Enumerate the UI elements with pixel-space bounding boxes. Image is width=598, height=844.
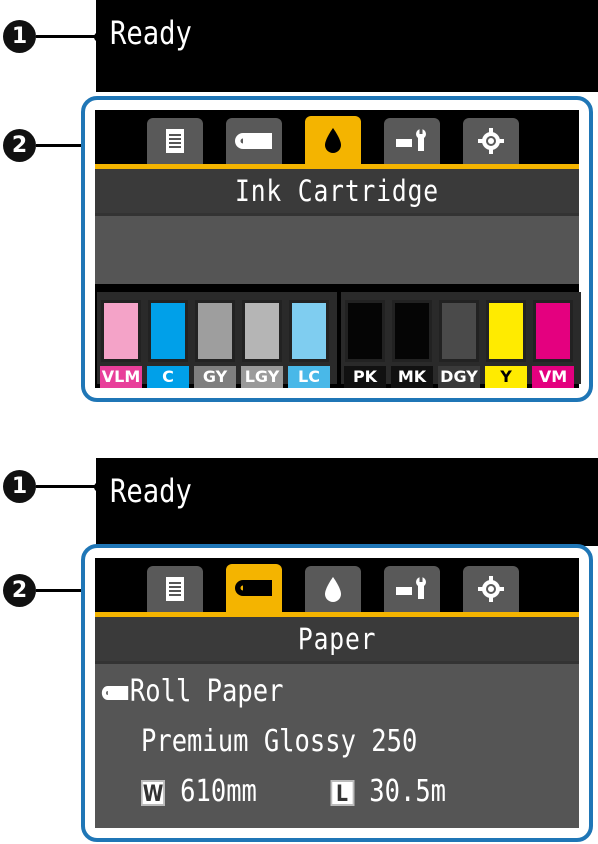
ink-slot [439,300,479,362]
control-screen: Paper Roll Paper Premium Glossy 250 W 61… [81,544,593,842]
gear-icon [478,576,504,602]
status-text: Ready [110,472,192,510]
paper-roll-icon [235,580,272,596]
paper-source: Roll Paper [129,674,284,709]
paper-panel: 1 Ready 2 Paper Roll Paper Premium Gloss… [0,452,598,844]
media-type: Premium Glossy 250 [141,724,418,759]
status-bar: Ready [96,0,598,92]
paper-size-row: W 610mm L 30.5m [141,774,446,809]
gear-icon [478,128,504,154]
ink-drop-icon [325,128,341,153]
ink-slot [148,300,188,362]
tab-paper[interactable] [226,564,282,612]
screen-title: Paper [95,617,579,661]
ink-label: Y [485,366,527,388]
tab-setup[interactable] [463,566,519,612]
ink-slot [533,300,573,362]
tab-ink[interactable] [305,116,361,164]
length-value: 30.5m [369,774,447,809]
tab-bar [95,110,579,164]
wrench-icon [396,129,426,151]
width-badge: W [141,779,165,807]
paper-info-area: Roll Paper Premium Glossy 250 W 610mm L … [95,664,579,828]
ink-slot [101,300,141,362]
ink-label: LGY [241,366,283,388]
ink-group-left: VLM C GY LGY LC [97,292,337,388]
screen-content: Ink Cartridge VLM C GY LGY LC PK MK DGY … [95,110,581,388]
ink-group-right: PK MK DGY Y VM [341,292,581,388]
paper-roll-icon [101,685,129,700]
ink-cartridge-panel: 1 Ready 2 Ink Cartridge VLM C GY LGY LC … [0,0,598,412]
document-icon [166,577,184,601]
callout-2-line [36,589,84,592]
control-screen: Ink Cartridge VLM C GY LGY LC PK MK DGY … [81,96,593,402]
wrench-icon [396,577,426,599]
callout-2-line [36,144,84,147]
callout-1: 1 [3,470,36,503]
ink-slot [242,300,282,362]
callout-2: 2 [3,574,36,607]
ink-label: VLM [100,366,142,388]
ink-label: LC [288,366,330,388]
ink-drop-icon [325,577,341,602]
width-value: 610mm [180,774,257,809]
paper-roll-icon [235,133,272,149]
tab-maintenance[interactable] [384,566,440,612]
ink-slot [345,300,385,362]
callout-1-line [36,35,98,38]
ink-level-row: VLM C GY LGY LC PK MK DGY Y VM [95,284,581,388]
tab-ink[interactable] [305,566,361,612]
paper-source-row: Roll Paper [101,674,283,709]
screen-content: Paper Roll Paper Premium Glossy 250 W 61… [95,558,579,828]
callout-1-line [36,485,98,488]
ink-label: DGY [438,366,480,388]
ink-slot [195,300,235,362]
ink-label: VM [532,366,574,388]
status-bar: Ready [96,458,598,546]
tab-maintenance[interactable] [384,118,440,164]
tab-paper[interactable] [226,118,282,164]
ink-slot [289,300,329,362]
tab-print-queue[interactable] [147,566,203,612]
callout-1: 1 [3,20,36,53]
ink-slot [486,300,526,362]
length-badge: L [330,779,354,807]
screen-title: Ink Cartridge [95,169,579,213]
ink-status-area: VLM C GY LGY LC PK MK DGY Y VM [95,216,581,388]
ink-label: MK [391,366,433,388]
tab-print-queue[interactable] [147,118,203,164]
document-icon [166,129,184,153]
ink-slot [392,300,432,362]
ink-label: C [147,366,189,388]
tab-bar [95,558,579,612]
status-text: Ready [110,14,192,52]
ink-label: GY [194,366,236,388]
tab-setup[interactable] [463,118,519,164]
callout-2: 2 [3,129,36,162]
ink-label: PK [344,366,386,388]
